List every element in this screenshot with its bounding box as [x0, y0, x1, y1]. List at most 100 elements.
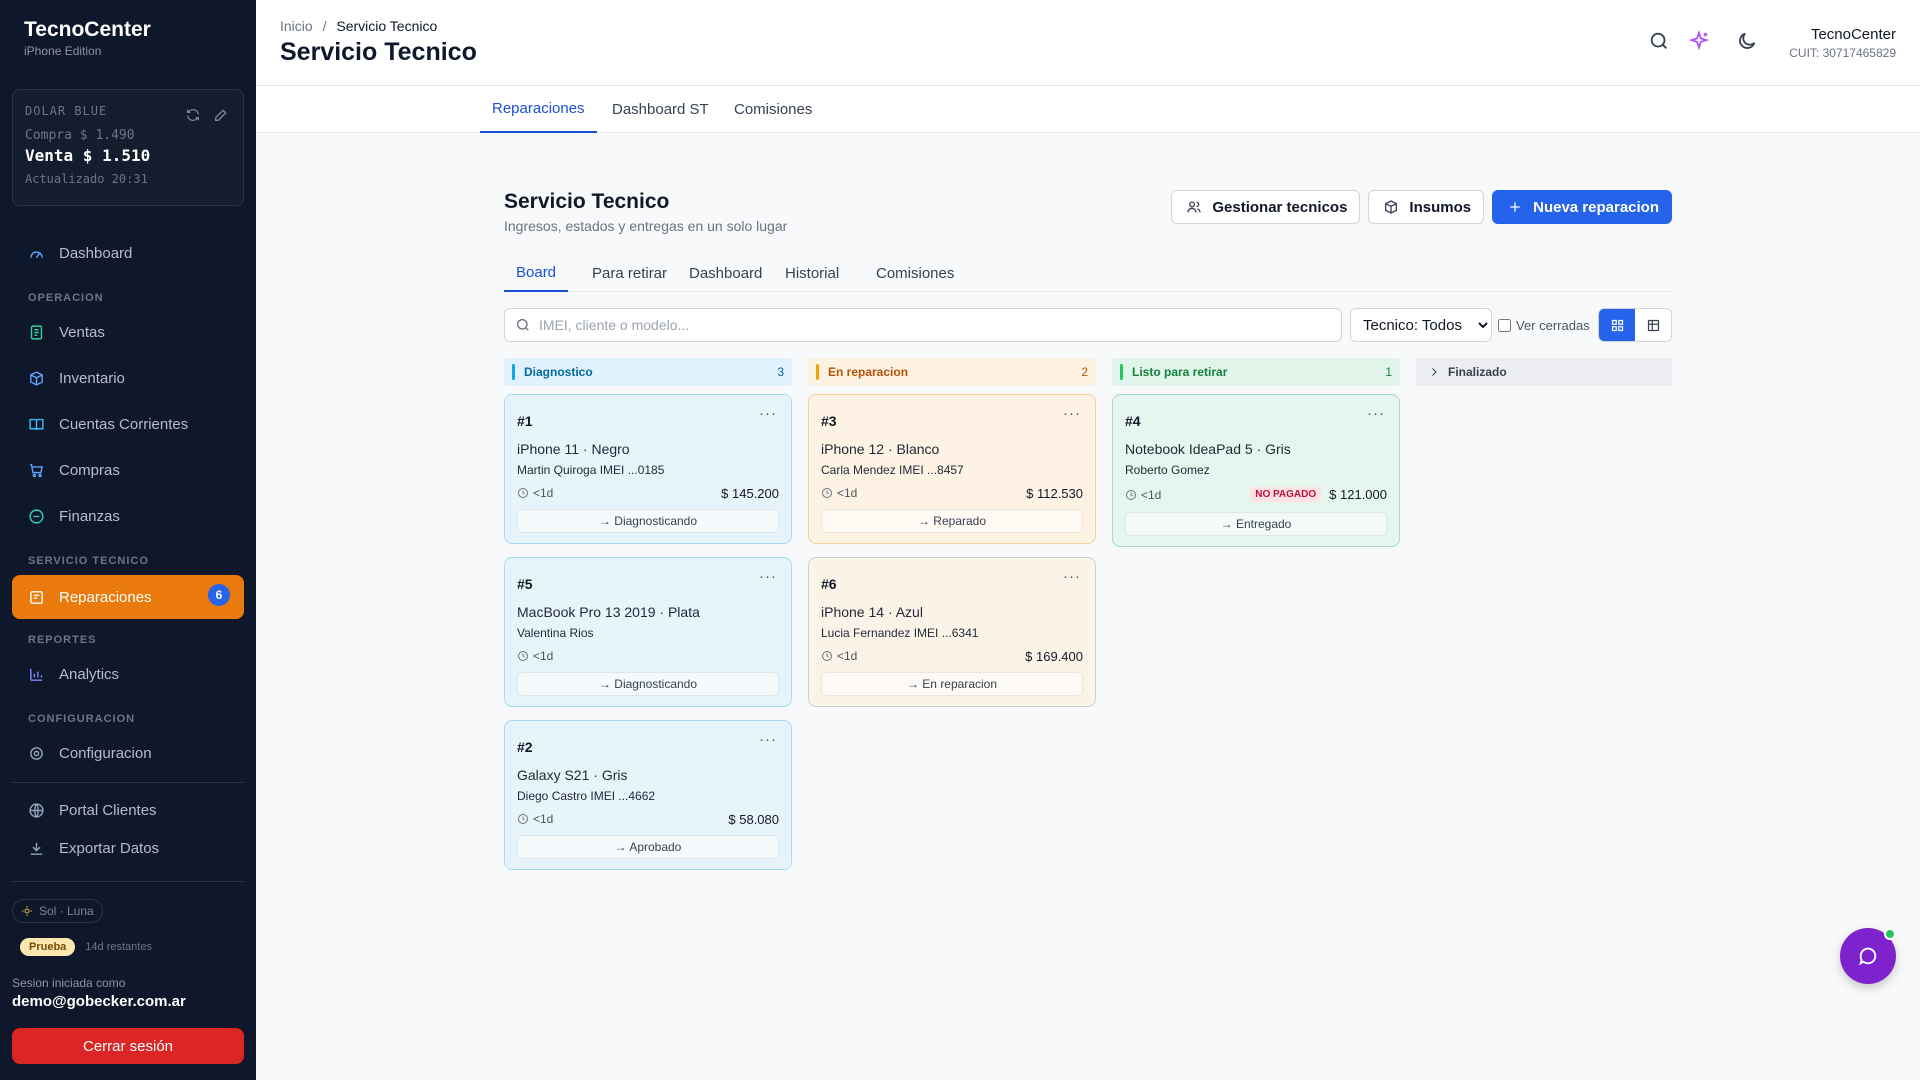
button-label: Insumos — [1409, 198, 1472, 216]
card-menu-icon[interactable]: ··· — [1063, 568, 1081, 585]
grid-view-button[interactable] — [1599, 309, 1635, 341]
new-repair-button[interactable]: Nueva reparacion — [1492, 190, 1672, 224]
tab-board[interactable]: Board — [504, 254, 569, 292]
minus-circle-icon — [29, 508, 44, 524]
card-model: MacBook Pro 13 2019 · Plata — [517, 604, 700, 620]
card-menu-icon[interactable]: ··· — [759, 731, 777, 748]
logout-button[interactable]: Cerrar sesión — [12, 1028, 244, 1064]
card-menu-icon[interactable]: ··· — [1063, 405, 1081, 422]
theme-toggle-label: Sol · Luna — [39, 904, 94, 918]
repair-card[interactable]: ··· #6 iPhone 14 · Azul Lucia Fernandez … — [808, 557, 1096, 707]
sidebar-item-compras[interactable]: Compras — [12, 451, 244, 489]
session-label: Sesion iniciada como — [12, 976, 126, 990]
repair-card[interactable]: ··· #4 Notebook IdeaPad 5 · Gris Roberto… — [1112, 394, 1400, 547]
card-state-button[interactable]: → Entregado — [1125, 512, 1387, 536]
sidebar-item-analytics[interactable]: Analytics — [12, 655, 244, 693]
table-view-button[interactable] — [1635, 309, 1671, 341]
card-time: <1d — [837, 649, 858, 663]
technician-select[interactable]: Tecnico: Todos — [1350, 308, 1492, 342]
cart-icon — [30, 463, 44, 477]
clock-icon — [1126, 489, 1136, 500]
repair-card[interactable]: ··· #3 iPhone 12 · Blanco Carla Mendez I… — [808, 394, 1096, 544]
refresh-icon[interactable] — [185, 107, 201, 123]
trial-days: 14d restantes — [85, 941, 152, 953]
bar-chart-icon — [30, 668, 43, 681]
tab-dashboard-st[interactable]: Dashboard ST — [600, 86, 721, 133]
card-id: #3 — [821, 413, 837, 429]
card-state-button[interactable]: → En reparacion — [821, 672, 1083, 696]
card-state-button[interactable]: → Diagnosticando — [517, 672, 779, 696]
card-menu-icon[interactable]: ··· — [759, 405, 777, 422]
card-state-button[interactable]: → Diagnosticando — [517, 509, 779, 533]
tab-comisiones[interactable]: Comisiones — [722, 86, 824, 133]
sidebar-item-inventario[interactable]: Inventario — [12, 359, 244, 397]
tab-historial[interactable]: Historial — [773, 254, 851, 292]
tab-comisiones-board[interactable]: Comisiones — [864, 254, 966, 292]
card-menu-icon[interactable]: ··· — [1367, 405, 1385, 422]
manage-technicians-button[interactable]: Gestionar tecnicos — [1171, 190, 1361, 224]
book-icon — [29, 418, 44, 430]
card-menu-icon[interactable]: ··· — [759, 568, 777, 585]
card-time: <1d — [837, 486, 858, 500]
sidebar-item-label: Compras — [59, 461, 120, 479]
button-label: Gestionar tecnicos — [1212, 198, 1348, 216]
ver-cerradas-label: Ver cerradas — [1516, 317, 1590, 333]
repair-card[interactable]: ··· #5 MacBook Pro 13 2019 · Plata Valen… — [504, 557, 792, 707]
card-time: <1d — [533, 812, 554, 826]
sidebar-item-portal[interactable]: Portal Clientes — [12, 791, 244, 829]
card-id: #2 — [517, 739, 533, 755]
trial-status: Prueba 14d restantes — [20, 938, 152, 956]
user-account[interactable]: TecnoCenter CUIT: 30717465829 — [1789, 26, 1896, 60]
session-email: demo@gobecker.com.ar — [12, 993, 186, 1010]
chat-icon — [1859, 947, 1877, 966]
moon-icon[interactable] — [1736, 30, 1758, 52]
brand-title: TecnoCenter — [24, 18, 151, 41]
clock-icon — [518, 488, 528, 498]
repair-card[interactable]: ··· #1 iPhone 11 · Negro Martin Quiroga … — [504, 394, 792, 544]
sidebar: TecnoCenter iPhone Edition DOLAR BLUE Co… — [0, 0, 256, 1080]
sidebar-item-finanzas[interactable]: Finanzas — [12, 497, 244, 535]
receipt-icon — [30, 324, 43, 340]
card-model: iPhone 14 · Azul — [821, 604, 923, 620]
sidebar-item-cuentas[interactable]: Cuentas Corrientes — [12, 405, 244, 443]
tab-reparaciones[interactable]: Reparaciones — [480, 86, 597, 133]
edit-icon[interactable] — [213, 107, 229, 123]
card-state-button[interactable]: → Reparado — [821, 509, 1083, 533]
breadcrumb-home[interactable]: Inicio — [280, 18, 313, 34]
dolar-compra: Compra $ 1.490 — [25, 128, 135, 143]
tab-para-retirar[interactable]: Para retirar — [580, 254, 679, 292]
filters-bar: Tecnico: Todos Ver cerradas — [504, 308, 1672, 342]
column-finalizado[interactable]: Finalizado — [1416, 358, 1672, 386]
sidebar-item-exportar[interactable]: Exportar Datos — [12, 829, 244, 867]
supplies-button[interactable]: Insumos — [1368, 190, 1485, 224]
box-icon — [30, 370, 43, 386]
column-title: Finalizado — [1448, 365, 1507, 379]
sparkles-icon[interactable] — [1688, 30, 1710, 52]
ver-cerradas-toggle[interactable]: Ver cerradas — [1498, 308, 1590, 342]
plus-icon — [1510, 202, 1520, 212]
search-input[interactable] — [539, 317, 1319, 333]
sidebar-item-reparaciones[interactable]: Reparaciones 6 — [12, 575, 244, 619]
sidebar-item-configuracion[interactable]: Configuracion — [12, 734, 244, 772]
card-state-button[interactable]: → Aprobado — [517, 835, 779, 859]
section-config: CONFIGURACION — [28, 713, 136, 725]
column-count: 1 — [1385, 365, 1392, 379]
sidebar-item-ventas[interactable]: Ventas — [12, 313, 244, 351]
theme-toggle[interactable]: Sol · Luna — [12, 899, 103, 923]
user-name: TecnoCenter — [1810, 26, 1896, 43]
breadcrumb-separator: / — [322, 18, 327, 34]
download-icon — [30, 842, 43, 855]
column-count: 2 — [1081, 365, 1088, 379]
card-model: Notebook IdeaPad 5 · Gris — [1125, 441, 1291, 457]
search-icon[interactable] — [1648, 30, 1670, 52]
tab-dashboard[interactable]: Dashboard — [677, 254, 774, 292]
card-id: #6 — [821, 576, 837, 592]
sidebar-item-dashboard[interactable]: Dashboard — [12, 234, 244, 272]
repair-card[interactable]: ··· #2 Galaxy S21 · Gris Diego Castro IM… — [504, 720, 792, 870]
search-box[interactable] — [504, 308, 1342, 342]
chat-button[interactable] — [1840, 928, 1896, 984]
card-client: Martin Quiroga IMEI ...0185 — [517, 463, 665, 477]
view-toggle — [1598, 308, 1672, 342]
table-icon — [1647, 319, 1659, 331]
ver-cerradas-checkbox[interactable] — [1498, 318, 1511, 332]
